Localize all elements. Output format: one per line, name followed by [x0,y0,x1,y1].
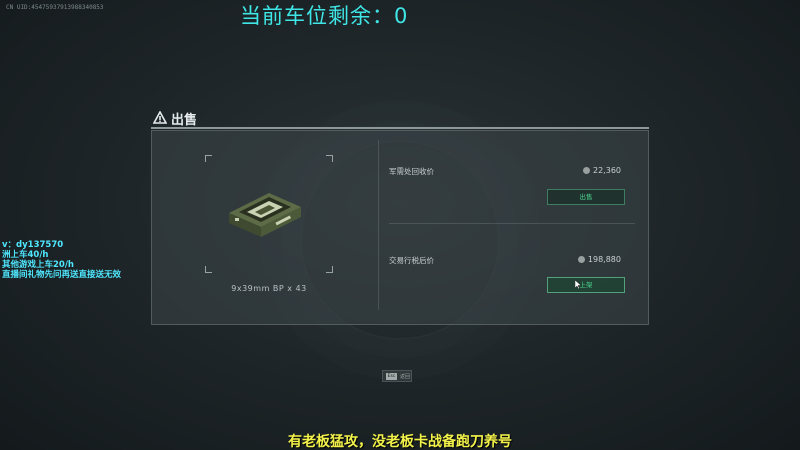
coin-icon [577,256,585,263]
recycle-price-value: 22,360 [583,166,621,175]
item-name: 9x39mm BP x 43 [231,284,307,293]
coin-icon [583,167,590,174]
options-divider [389,223,635,224]
dialog-title: 出售 [171,113,198,128]
stream-info-line: 其他游戏上车20/h [2,260,74,270]
sell-button[interactable]: 出售 [547,189,625,205]
stream-info-line: 直播间礼物先问再送直接送无效 [2,270,122,280]
parking-slots-remaining: 当前车位剩余：0 [240,4,409,28]
stream-info-line: 洲上车40/h [2,250,49,260]
sell-options: 军需处回收价 22,360 出售 交易行税后价 198,880 上架 [378,140,636,310]
recycle-price-row: 军需处回收价 22,360 [389,166,621,180]
esc-key-icon: Esc [386,373,397,380]
ammo-box-icon [229,193,301,237]
header-divider [151,127,649,129]
mouse-cursor-icon [575,280,581,289]
back-button[interactable]: Esc 返回 [382,370,412,382]
warning-icon [153,111,167,124]
market-price-row: 交易行税后价 198,880 [389,255,621,269]
list-on-market-button[interactable]: 上架 [547,277,625,293]
market-price-value: 198,880 [577,255,621,264]
back-label: 返回 [400,374,411,380]
market-price-label: 交易行税后价 [389,256,434,265]
stream-info-line: v：dy137570 [2,240,64,250]
stream-info-overlay: v：dy137570 洲上车40/h 其他游戏上车20/h 直播间礼物先问再送直… [2,240,121,280]
player-uid: CN UID:45475937913988340853 [6,4,104,11]
sell-dialog-header: 出售 [151,108,649,130]
recycle-price-label: 军需处回收价 [389,167,434,176]
stream-subtitle: 有老板猛攻，没老板卡战备跑刀养号 [288,434,512,450]
